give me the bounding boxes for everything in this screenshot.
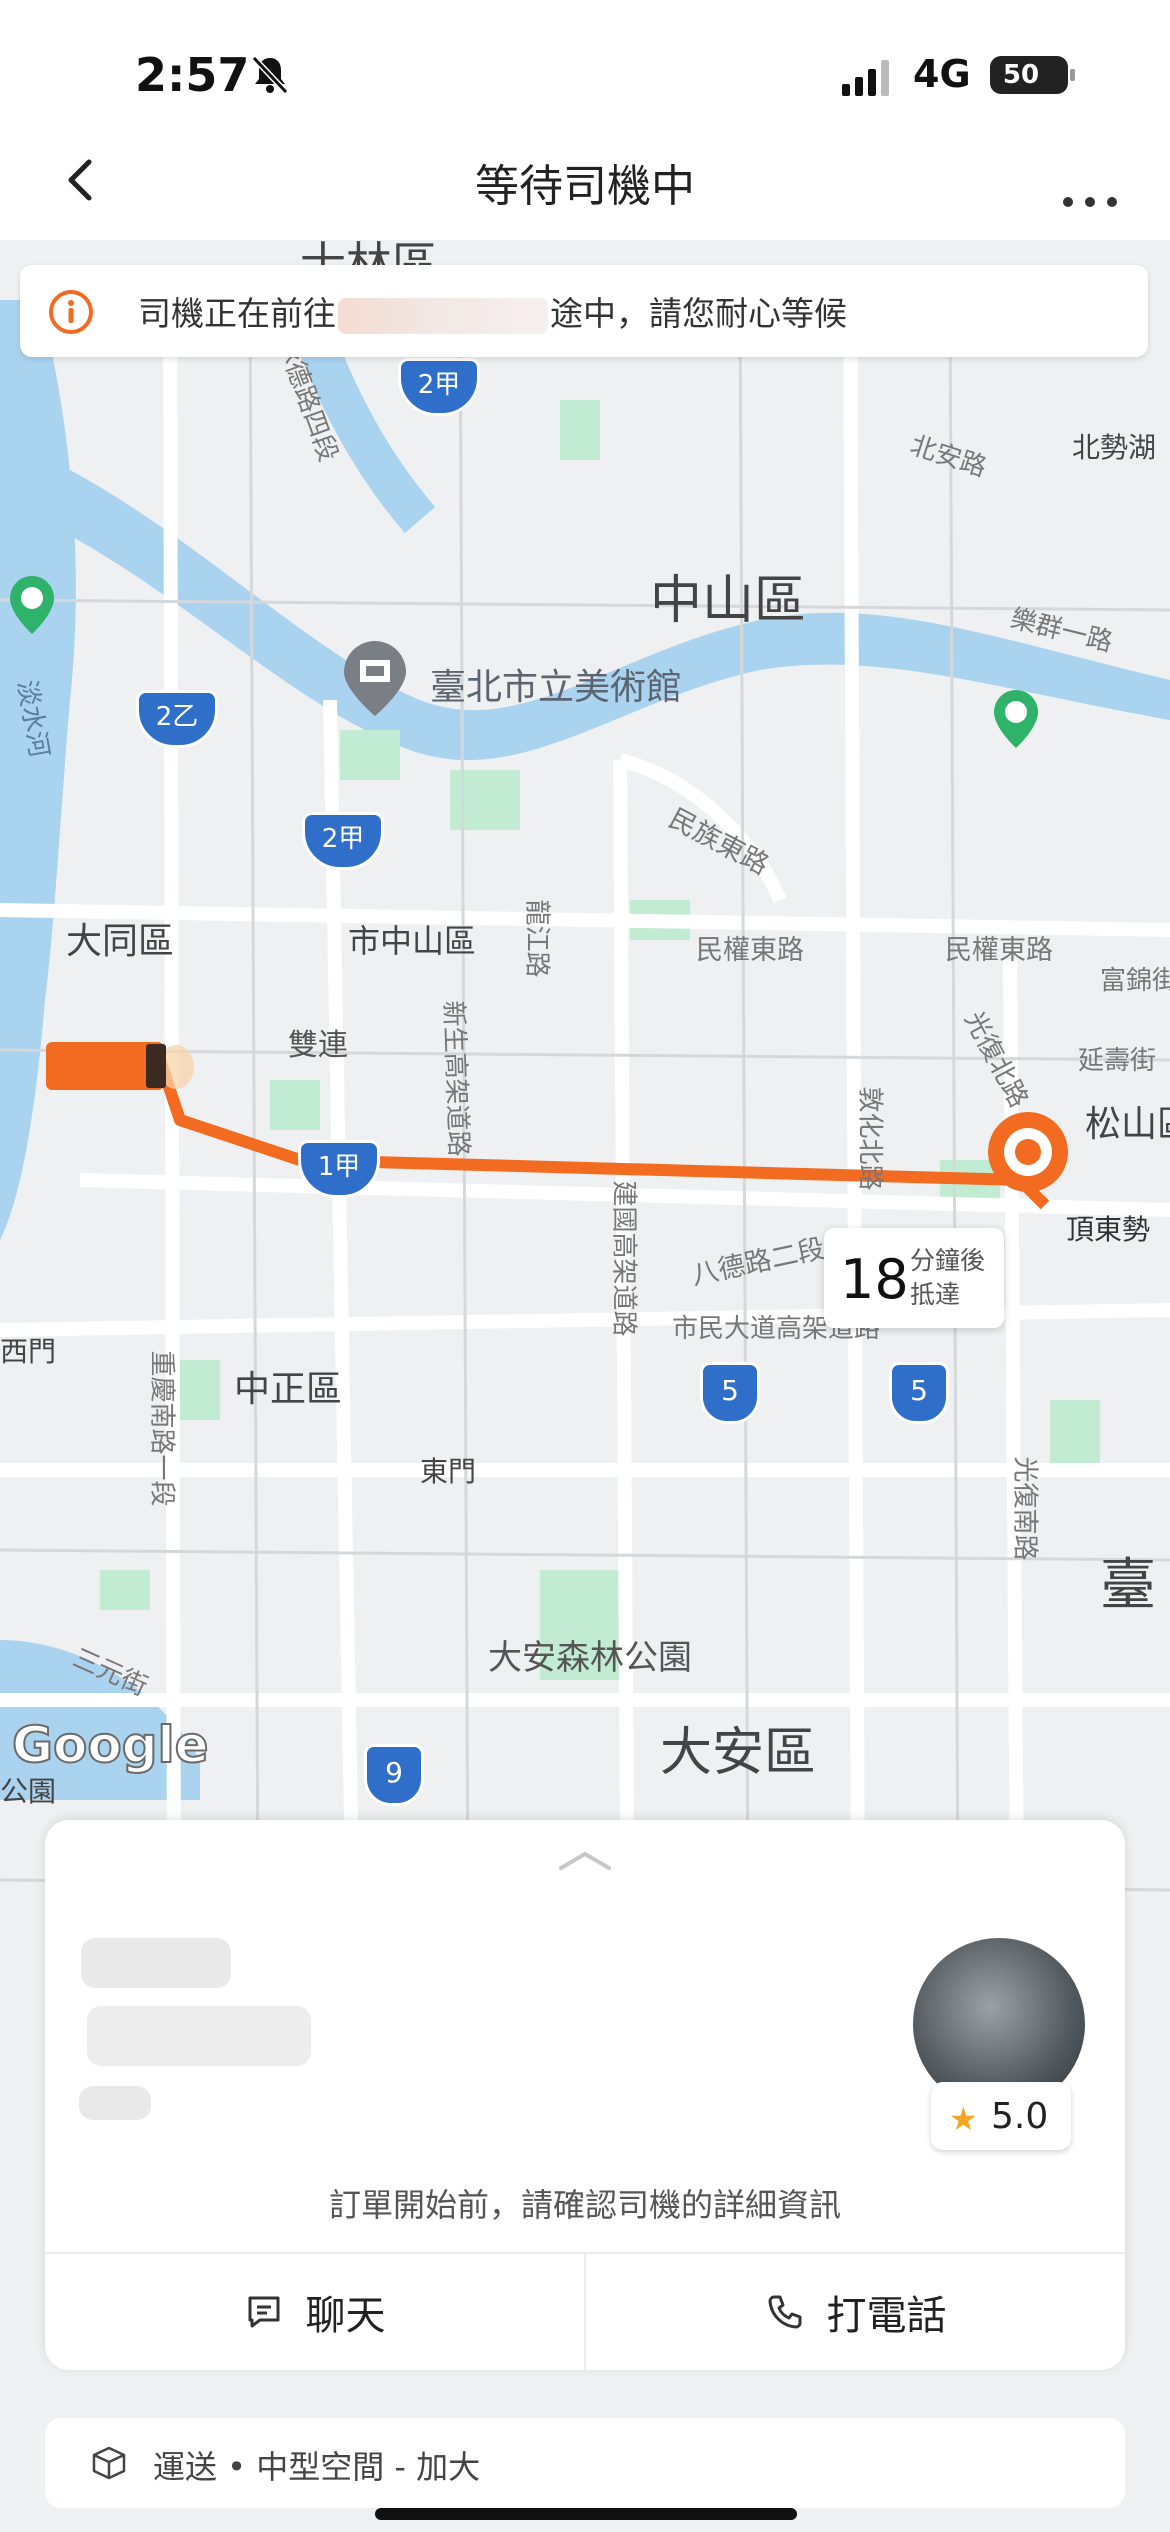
map-label-guangfu-s: 光復南路 [1009, 1456, 1040, 1561]
redacted-car-info [79, 2086, 151, 2120]
park-icon [10, 576, 54, 634]
map-label-zhongshan: 中山區 [650, 571, 807, 631]
map-label-museum: 臺北市立美術館 [430, 667, 683, 708]
chat-button[interactable]: 聊天 [45, 2254, 584, 2370]
map-label-gongyuan: 公園 [0, 1775, 57, 1808]
service-text: 運送 • 中型空間 - 加大 [153, 2448, 481, 2486]
confirm-hint: 訂單開始前，請確認司機的詳細資訊 [328, 2186, 841, 2224]
map-label-datong: 大同區 [66, 921, 175, 962]
map-label-daan-park: 大安森林公園 [488, 1638, 692, 1678]
call-label: 打電話 [826, 2293, 947, 2339]
map-label-longjiang: 龍江路 [521, 899, 552, 978]
chat-label: 聊天 [305, 2293, 386, 2339]
map-label-minquandong-b: 民權東路 [945, 935, 1053, 966]
phone-icon [768, 2295, 801, 2329]
call-button[interactable]: 打電話 [586, 2254, 1125, 2370]
route-shield: 5 [889, 1362, 949, 1424]
more-icon[interactable] [1050, 150, 1130, 210]
redacted-driver-name [81, 1938, 231, 1988]
google-logo: Google [11, 1715, 210, 1775]
status-bar: 2:57 4G 50 [0, 0, 1170, 140]
map-label-beishihu: 北勢湖 [1072, 431, 1157, 464]
map-label-jianguo: 建國高架道路 [608, 1180, 639, 1337]
map-label-tai: 臺 [1100, 1553, 1156, 1618]
signal-icon [842, 60, 889, 96]
route-shield: 9 [364, 1744, 424, 1806]
eta-unit-line2: 抵達 [910, 1280, 961, 1309]
map-label-songshan: 松山區 [1085, 1104, 1170, 1145]
map-label-zhongzheng: 中正區 [234, 1369, 343, 1410]
home-indicator [375, 2508, 797, 2520]
redacted-destination [338, 297, 548, 334]
driver-car-icon [46, 1042, 194, 1090]
status-time: 2:57 [135, 48, 250, 102]
park-icon [994, 690, 1038, 748]
notice-prefix: 司機正在前往 [138, 294, 336, 333]
map-label-xinsheng: 新生高架道路 [437, 1000, 474, 1158]
chevron-up-icon[interactable] [555, 1850, 615, 1872]
nav-bar: 等待司機中 [0, 120, 1170, 240]
map-label-dunhua: 敦化北路 [854, 1086, 885, 1191]
driver-panel[interactable]: ★ 5.0 訂單開始前，請確認司機的詳細資訊 聊天 打電話 [45, 1820, 1125, 2370]
battery-icon: 50 [990, 56, 1075, 94]
redacted-plate [87, 2006, 311, 2066]
map-label-daan: 大安區 [660, 1723, 817, 1783]
rating-value: 5.0 [991, 2096, 1049, 2137]
page-title: 等待司機中 [475, 161, 695, 212]
eta-minutes: 18 [840, 1248, 909, 1311]
info-icon [49, 290, 93, 334]
box-icon [92, 2446, 126, 2480]
map-label-dingdongshi: 頂東勢 [1066, 1213, 1151, 1246]
map-label-fujin: 富錦街 [1100, 966, 1170, 996]
map-label-shizhongshan: 市中山區 [348, 922, 477, 960]
map-label-shuanglian: 雙連 [288, 1028, 348, 1063]
status-notice: 司機正在前往 途中，請您耐心等候 [20, 265, 1148, 357]
eta-unit: 分鐘後 抵達 [910, 1244, 985, 1312]
network-type: 4G [913, 52, 971, 96]
map-label-ximen: 西門 [0, 1335, 57, 1368]
map-label-minquandong-a: 民權東路 [696, 935, 804, 966]
star-icon: ★ [949, 2100, 978, 2138]
service-summary[interactable]: 運送 • 中型空間 - 加大 [45, 2418, 1125, 2508]
museum-icon [344, 641, 406, 716]
notice-text: 司機正在前往 途中，請您耐心等候 [138, 287, 847, 335]
battery-level: 50 [1002, 60, 1040, 90]
eta-badge: 18 分鐘後 抵達 [824, 1228, 1004, 1328]
chat-icon [248, 2296, 279, 2328]
map-label-yanshou: 延壽街 [1078, 1046, 1157, 1076]
map-label-chongqing: 重慶南路一段 [146, 1350, 177, 1507]
notice-suffix: 途中，請您耐心等候 [550, 294, 847, 333]
rating-badge: ★ 5.0 [931, 2082, 1071, 2150]
bell-muted-icon [251, 55, 289, 95]
eta-unit-line1: 分鐘後 [910, 1246, 986, 1275]
route-shield: 5 [700, 1362, 760, 1424]
map-label-dongmen: 東門 [420, 1455, 477, 1488]
